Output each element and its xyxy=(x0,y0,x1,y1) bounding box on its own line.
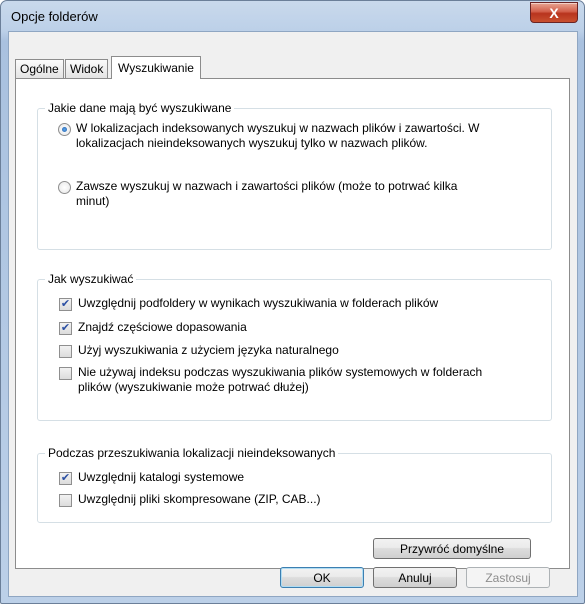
close-button[interactable]: X xyxy=(530,2,578,23)
option-label: W lokalizacjach indeksowanych wyszukuj w… xyxy=(76,121,480,150)
group-title: Jak wyszukiwać xyxy=(45,272,137,286)
option-label: Uwzględnij pliki skompresowane (ZIP, CAB… xyxy=(78,492,321,506)
radio-option-always[interactable]: Zawsze wyszukuj w nazwach i zawartości p… xyxy=(58,179,457,209)
checkbox[interactable] xyxy=(59,494,72,507)
checkbox[interactable] xyxy=(59,367,72,380)
title-bar[interactable]: Opcje folderów X xyxy=(1,1,584,31)
tab-view[interactable]: Widok xyxy=(65,59,109,78)
checkbox-partial-matches[interactable]: ✔ Znajdź częściowe dopasowania xyxy=(59,320,247,335)
checkbox-dont-use-index[interactable]: Nie używaj indeksu podczas wyszukiwania … xyxy=(59,365,482,395)
radio-option-indexed[interactable]: W lokalizacjach indeksowanych wyszukuj w… xyxy=(58,121,479,151)
checkbox-checked[interactable]: ✔ xyxy=(59,298,72,311)
folder-options-window: Opcje folderów X Ogólne Widok Wyszukiwan… xyxy=(0,0,585,604)
tab-general[interactable]: Ogólne xyxy=(15,59,64,78)
checkbox-natural-language[interactable]: Użyj wyszukiwania z użyciem języka natur… xyxy=(59,343,339,358)
checkbox-include-subfolders[interactable]: ✔ Uwzględnij podfoldery w wynikach wyszu… xyxy=(59,296,438,311)
checkbox-system-directories[interactable]: ✔ Uwzględnij katalogi systemowe xyxy=(59,470,244,485)
option-label: Uwzględnij katalogi systemowe xyxy=(78,470,245,484)
ok-button[interactable]: OK xyxy=(280,567,364,588)
checkbox[interactable] xyxy=(59,345,72,358)
option-label: Użyj wyszukiwania z użyciem języka natur… xyxy=(78,343,339,357)
group-what-to-search: Jakie dane mają być wyszukiwane W lokali… xyxy=(37,101,552,250)
tab-search[interactable]: Wyszukiwanie xyxy=(111,56,201,79)
group-title: Podczas przeszukiwania lokalizacji niein… xyxy=(45,446,339,460)
checkbox-compressed-files[interactable]: Uwzględnij pliki skompresowane (ZIP, CAB… xyxy=(59,492,321,507)
close-icon: X xyxy=(549,4,559,21)
checkbox-checked[interactable]: ✔ xyxy=(59,472,72,485)
checkbox-checked[interactable]: ✔ xyxy=(59,322,72,335)
apply-button[interactable]: Zastosuj xyxy=(466,567,550,588)
dialog-client-area: Ogólne Widok Wyszukiwanie Jakie dane maj… xyxy=(8,31,578,597)
group-how-to-search: Jak wyszukiwać ✔ Uwzględnij podfoldery w… xyxy=(37,272,552,421)
restore-defaults-button[interactable]: Przywróć domyślne xyxy=(373,538,531,559)
radio-button[interactable] xyxy=(58,181,71,194)
option-label: Uwzględnij podfoldery w wynikach wyszuki… xyxy=(78,296,439,310)
option-label: Znajdź częściowe dopasowania xyxy=(78,320,247,334)
option-label: Nie używaj indeksu podczas wyszukiwania … xyxy=(78,365,483,394)
cancel-button[interactable]: Anuluj xyxy=(373,567,457,588)
window-title: Opcje folderów xyxy=(11,9,98,24)
search-tab-panel: Jakie dane mają być wyszukiwane W lokali… xyxy=(15,78,570,569)
radio-button-selected[interactable] xyxy=(58,123,71,136)
group-non-indexed-locations: Podczas przeszukiwania lokalizacji niein… xyxy=(37,446,552,523)
option-label: Zawsze wyszukuj w nazwach i zawartości p… xyxy=(76,179,458,208)
group-title: Jakie dane mają być wyszukiwane xyxy=(45,101,235,115)
